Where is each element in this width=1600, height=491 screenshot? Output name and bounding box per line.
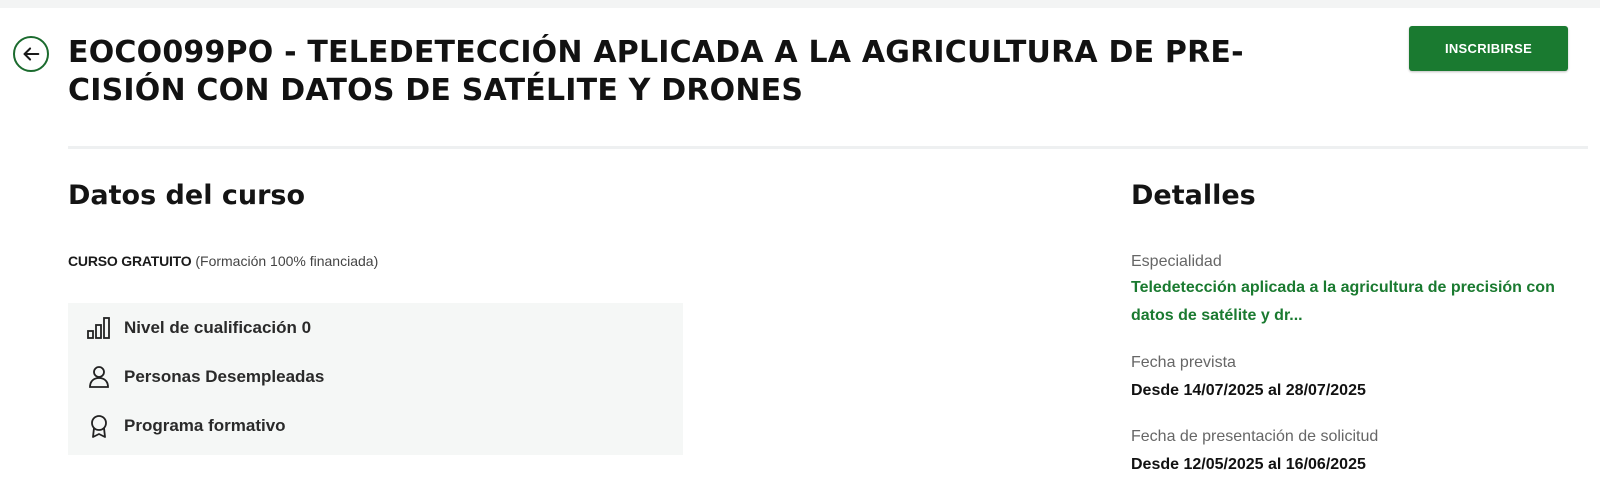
award-icon [91,415,107,438]
arrow-left-icon [23,47,40,61]
feature-item: Programa formativo [86,413,286,439]
application-date-label: Fecha de presentación de solicitud [1131,428,1379,445]
course-data-title: Datos del curso [68,180,306,211]
top-bar [0,0,1600,8]
feature-label: Nivel de cualificación 0 [124,318,312,337]
specialty-label: Especialidad [1131,253,1222,270]
price-note: (Formación 100% financiada) [191,253,379,269]
divider [68,146,1588,149]
features-box: Nivel de cualificación 0 Personas Desemp… [68,303,683,455]
feature-item: Nivel de cualificación 0 [86,315,311,341]
enroll-button[interactable]: INSCRIBIRSE [1409,26,1568,71]
price-label: CURSO GRATUITO [68,253,192,269]
price-line: CURSO GRATUITO (Formación 100% financiad… [68,253,378,269]
date-label: Fecha prevista [1131,354,1236,371]
details-title: Detalles [1131,180,1256,211]
feature-label: Programa formativo [124,416,286,435]
page-title: EOCO099PO - TELEDETECCIÓN APLICADA A LA … [68,35,1244,108]
feature-item: Personas Desempleadas [86,364,324,390]
feature-label: Personas Desempleadas [124,367,325,386]
bar-chart-icon [87,317,110,339]
person-icon [89,366,109,388]
application-date-value: Desde 12/05/2025 al 16/06/2025 [1131,456,1366,473]
specialty-link[interactable]: Teledetección aplicada a la agricultura … [1131,274,1591,330]
back-button[interactable] [13,36,49,72]
date-value: Desde 14/07/2025 al 28/07/2025 [1131,382,1366,399]
